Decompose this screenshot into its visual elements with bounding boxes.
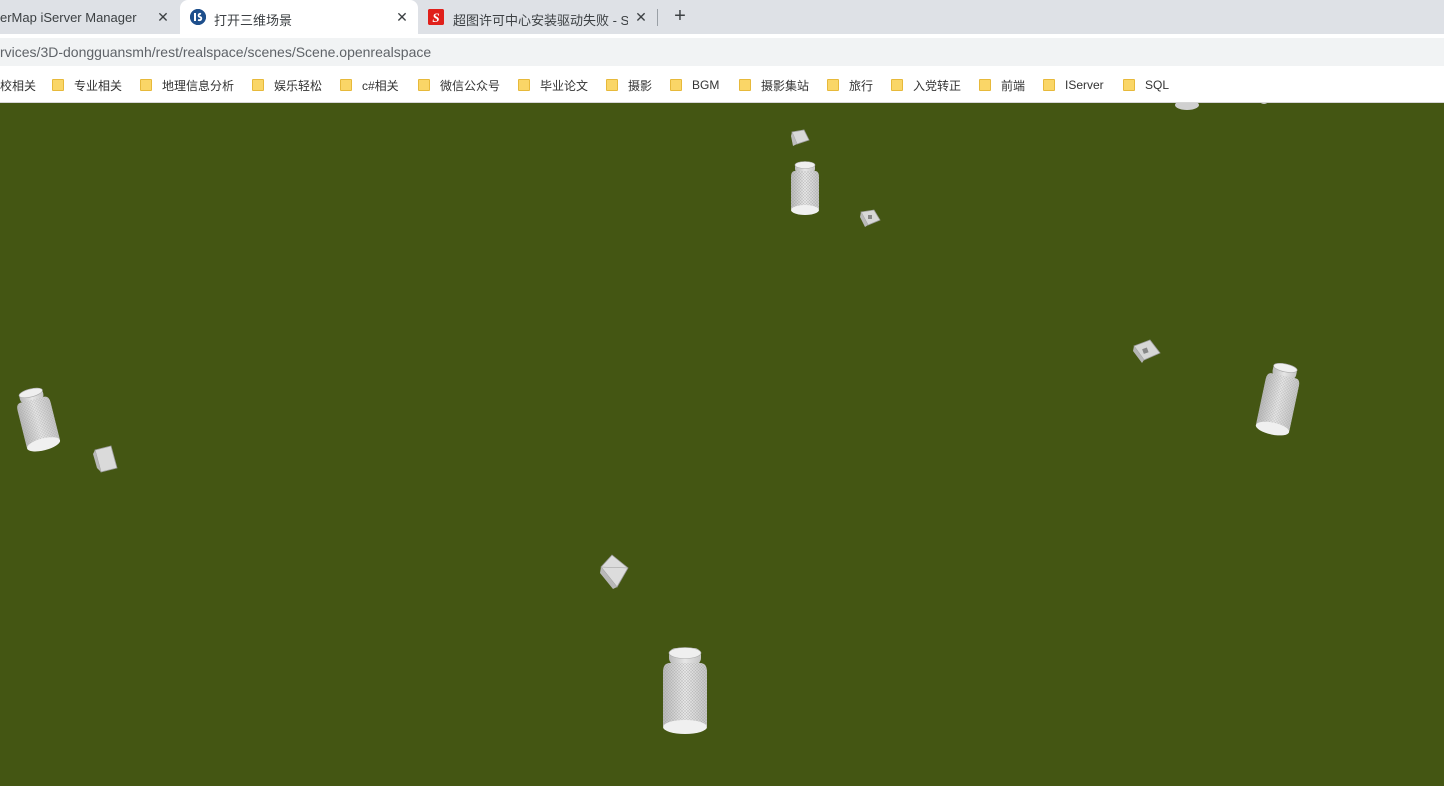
close-icon[interactable]: ✕	[155, 9, 171, 25]
folder-icon	[979, 79, 991, 91]
bookmark-item[interactable]: 娱乐轻松	[252, 77, 322, 93]
bookmark-item[interactable]: 摄影	[606, 77, 652, 93]
bookmark-label: 摄影	[628, 78, 653, 93]
bottle-top-center	[791, 161, 819, 215]
folder-icon	[739, 79, 751, 91]
bookmark-label: 校相关	[0, 78, 37, 93]
bottle-bottom-center	[663, 647, 707, 734]
tab-open-3d-scene[interactable]: 打开三维场景 ✕	[180, 0, 418, 34]
bookmark-item[interactable]: 毕业论文	[518, 77, 588, 93]
tab-title: 打开三维场景	[214, 13, 293, 28]
scene-canvas[interactable]	[0, 98, 1444, 781]
folder-icon	[252, 79, 264, 91]
bookmark-label: IServer	[1065, 78, 1104, 92]
3d-scene-viewport[interactable]	[0, 98, 1444, 781]
folder-icon	[418, 79, 430, 91]
bookmark-label: 入党转正	[913, 78, 962, 93]
bookmark-label: 毕业论文	[540, 78, 589, 93]
bookmark-label: BGM	[692, 78, 720, 92]
bookmark-item[interactable]: 入党转正	[891, 77, 961, 93]
bookmark-label: SQL	[1145, 78, 1170, 92]
bookmarks-bar: 校相关 专业相关 地理信息分析 娱乐轻松 c#相关 微信公众号 毕业论文 摄影 …	[0, 67, 1444, 103]
bookmark-item[interactable]: c#相关	[340, 77, 399, 93]
box-center	[600, 554, 629, 589]
folder-icon	[52, 79, 64, 91]
bookmark-label: c#相关	[362, 78, 399, 93]
iserver-favicon-icon	[190, 9, 206, 25]
folder-icon	[606, 79, 618, 91]
bookmark-label: 娱乐轻松	[274, 78, 323, 93]
bookmark-label: 地理信息分析	[162, 78, 235, 93]
bookmark-item[interactable]: 校相关	[0, 77, 36, 93]
folder-icon	[670, 79, 682, 91]
tab-iserver-manager[interactable]: erMap iServer Manager ✕	[0, 0, 178, 34]
folder-icon	[518, 79, 530, 91]
box-top-1	[791, 129, 810, 146]
folder-icon	[827, 79, 839, 91]
close-icon[interactable]: ✕	[633, 9, 649, 25]
bookmark-label: 前端	[1001, 78, 1026, 93]
bookmark-item[interactable]: 旅行	[827, 77, 873, 93]
bookmark-item[interactable]: IServer	[1043, 77, 1104, 93]
close-icon[interactable]: ✕	[394, 9, 410, 25]
supermap-favicon-icon: S	[428, 9, 444, 25]
tab-title: 超图许可中心安装驱动失败 - Sup	[453, 13, 628, 28]
bottle-top-right-partial	[1175, 98, 1268, 110]
tab-strip: erMap iServer Manager ✕ 打开三维场景 ✕ S 超图许可中…	[0, 0, 1444, 34]
folder-icon	[1043, 79, 1055, 91]
bookmark-item[interactable]: 地理信息分析	[140, 77, 234, 93]
bookmark-label: 旅行	[849, 78, 874, 93]
box-top-2	[860, 209, 881, 227]
address-bar[interactable]: rvices/3D-dongguansmh/rest/realspace/sce…	[0, 38, 1444, 66]
bookmark-label: 专业相关	[74, 78, 123, 93]
folder-icon	[340, 79, 352, 91]
bookmark-label: 微信公众号	[440, 78, 501, 93]
bookmark-item[interactable]: BGM	[670, 77, 719, 93]
browser-toolbar: rvices/3D-dongguansmh/rest/realspace/sce…	[0, 34, 1444, 67]
bottle-right	[1255, 362, 1300, 436]
bookmark-item[interactable]: 微信公众号	[418, 77, 500, 93]
bookmark-label: 摄影集站	[761, 78, 810, 93]
box-right	[1133, 339, 1161, 363]
url-text[interactable]: rvices/3D-dongguansmh/rest/realspace/sce…	[0, 44, 431, 60]
bookmark-item[interactable]: SQL	[1123, 77, 1169, 93]
tab-separator	[657, 9, 658, 26]
svg-text:S: S	[432, 10, 439, 25]
tab-title: erMap iServer Manager	[0, 10, 137, 25]
folder-icon	[891, 79, 903, 91]
bookmark-item[interactable]: 前端	[979, 77, 1025, 93]
bookmark-item[interactable]: 专业相关	[52, 77, 122, 93]
bottle-left	[17, 387, 61, 452]
box-left	[93, 445, 118, 473]
tab-supermap-license[interactable]: S 超图许可中心安装驱动失败 - Sup ✕	[420, 0, 656, 34]
folder-icon	[1123, 79, 1135, 91]
folder-icon	[140, 79, 152, 91]
bookmark-item[interactable]: 摄影集站	[739, 77, 809, 93]
new-tab-button[interactable]: +	[670, 6, 690, 26]
